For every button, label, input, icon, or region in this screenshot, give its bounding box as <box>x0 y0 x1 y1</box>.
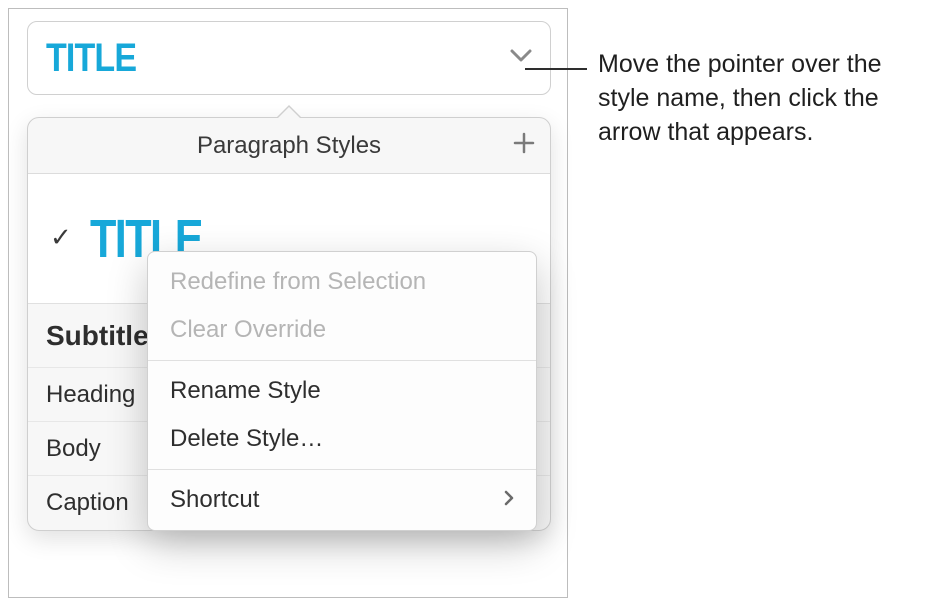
menu-rename-label: Rename Style <box>170 377 321 405</box>
chevron-down-icon <box>510 49 532 68</box>
checkmark-icon: ✓ <box>50 222 72 253</box>
chevron-right-icon <box>504 489 514 512</box>
popover-title: Paragraph Styles <box>197 132 381 160</box>
menu-shortcut[interactable]: Shortcut <box>148 476 536 524</box>
current-style-label: TITLE <box>46 36 136 81</box>
menu-redefine-from-selection: Redefine from Selection <box>148 258 536 306</box>
inspector-panel: TITLE Paragraph Styles ✓ TITLE Subtitle … <box>8 8 568 598</box>
style-body-label: Body <box>46 435 101 463</box>
callout-text: Move the pointer over the style name, th… <box>598 48 936 149</box>
add-style-button[interactable] <box>512 131 536 161</box>
menu-separator <box>148 469 536 470</box>
menu-delete-style[interactable]: Delete Style… <box>148 415 536 463</box>
menu-shortcut-label: Shortcut <box>170 486 259 514</box>
style-heading-label: Heading <box>46 381 135 409</box>
popover-header: Paragraph Styles <box>28 118 550 174</box>
style-subtitle-label: Subtitle <box>46 320 149 352</box>
menu-rename-style[interactable]: Rename Style <box>148 367 536 415</box>
callout-leader-line <box>525 68 587 70</box>
menu-clear-override-label: Clear Override <box>170 316 326 344</box>
menu-delete-label: Delete Style… <box>170 425 323 453</box>
style-caption-label: Caption <box>46 489 129 517</box>
paragraph-style-button[interactable]: TITLE <box>27 21 551 95</box>
menu-clear-override: Clear Override <box>148 306 536 354</box>
menu-separator <box>148 360 536 361</box>
menu-redefine-label: Redefine from Selection <box>170 268 426 296</box>
style-context-menu: Redefine from Selection Clear Override R… <box>147 251 537 531</box>
